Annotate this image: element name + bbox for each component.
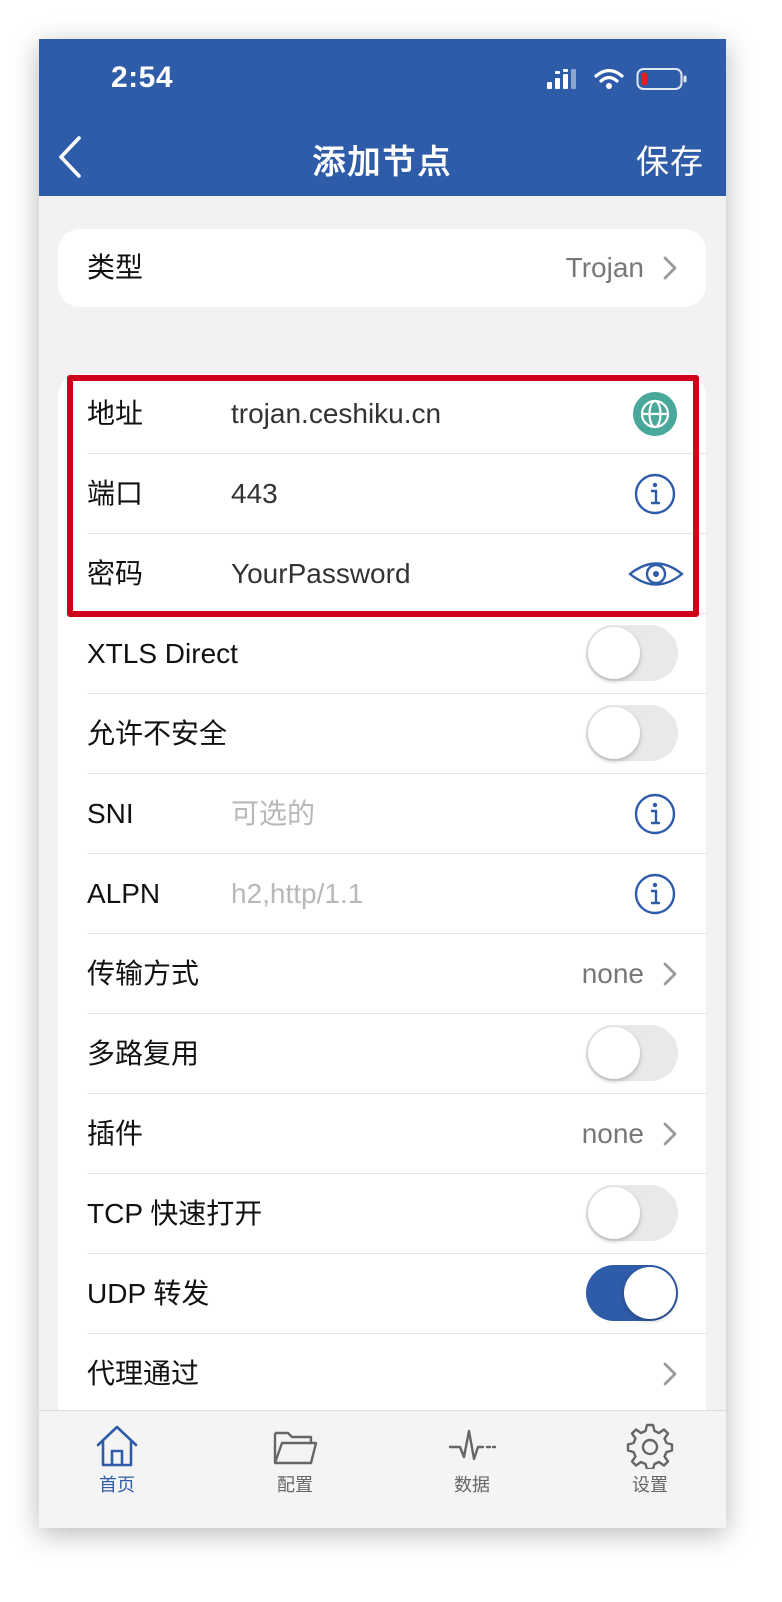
type-row[interactable]: 类型 Trojan <box>58 228 706 308</box>
chevron-right-icon <box>663 256 677 280</box>
tab-config[interactable]: 配置 <box>235 1423 355 1497</box>
signal-icon <box>547 69 576 89</box>
info-icon[interactable] <box>632 471 678 517</box>
address-input[interactable]: trojan.ceshiku.cn <box>231 374 441 454</box>
allow-insecure-label: 允许不安全 <box>87 718 228 749</box>
plugin-value: none <box>581 1118 644 1149</box>
sni-label: SNI <box>87 798 134 829</box>
eye-icon[interactable] <box>628 551 684 597</box>
tab-data-label: 数据 <box>454 1475 490 1495</box>
password-label: 密码 <box>87 558 144 589</box>
tcp-fast-open-label: TCP 快速打开 <box>87 1198 263 1229</box>
folder-icon <box>273 1431 318 1465</box>
xtls-direct-row: XTLS Direct <box>58 614 706 694</box>
globe-icon[interactable] <box>632 391 678 437</box>
tab-home[interactable]: 首页 <box>57 1423 177 1497</box>
toggle-knob <box>588 627 640 679</box>
tab-settings[interactable]: 设置 <box>590 1423 710 1497</box>
status-icons <box>546 65 688 93</box>
battery-low-icon <box>636 68 687 90</box>
port-input[interactable]: 443 <box>231 454 278 534</box>
transport-value: none <box>581 958 644 989</box>
phone-screen: 2:54 添加节点 保存 类型 Trojan 地址 trojan.ceshiku… <box>39 39 726 1528</box>
chevron-right-icon <box>663 962 677 986</box>
sni-input[interactable]: 可选的 <box>231 774 315 854</box>
toggle-knob <box>588 1187 640 1239</box>
toggle-knob <box>624 1267 676 1319</box>
allow-insecure-toggle[interactable] <box>586 705 678 761</box>
port-row: 端口 443 <box>58 454 706 534</box>
mux-toggle[interactable] <box>586 1025 678 1081</box>
password-input[interactable]: YourPassword <box>231 534 411 614</box>
gear-icon <box>626 1423 674 1469</box>
wifi-icon <box>594 68 624 89</box>
info-icon[interactable] <box>632 791 678 837</box>
xtls-direct-label: XTLS Direct <box>87 638 238 669</box>
info-icon[interactable] <box>632 871 678 917</box>
xtls-direct-toggle[interactable] <box>586 625 678 681</box>
allow-insecure-row: 允许不安全 <box>58 694 706 774</box>
transport-row[interactable]: 传输方式 none <box>58 934 706 1014</box>
chevron-right-icon <box>663 1362 677 1386</box>
alpn-input[interactable]: h2,http/1.1 <box>231 854 363 934</box>
tab-bar: 首页 配置 数据 设置 <box>39 1410 726 1528</box>
save-button[interactable]: 保存 <box>636 135 704 183</box>
sni-row: SNI 可选的 <box>58 774 706 854</box>
activity-icon <box>448 1429 496 1461</box>
toggle-knob <box>588 1027 640 1079</box>
port-label: 端口 <box>87 478 144 509</box>
status-time: 2:54 <box>111 61 174 94</box>
tcp-fast-open-toggle[interactable] <box>586 1185 678 1241</box>
password-row: 密码 YourPassword <box>58 534 706 614</box>
home-icon <box>96 1425 138 1467</box>
plugin-row[interactable]: 插件 none <box>58 1094 706 1174</box>
type-value: Trojan <box>565 252 644 283</box>
mux-label: 多路复用 <box>87 1038 200 1069</box>
address-row: 地址 trojan.ceshiku.cn <box>58 374 706 454</box>
type-card: 类型 Trojan <box>58 229 706 307</box>
address-label: 地址 <box>87 398 144 429</box>
udp-relay-toggle[interactable] <box>586 1265 678 1321</box>
tab-home-label: 首页 <box>99 1475 135 1495</box>
udp-relay-label: UDP 转发 <box>87 1278 210 1309</box>
tab-config-label: 配置 <box>277 1475 313 1495</box>
alpn-label: ALPN <box>87 878 161 909</box>
page-title: 添加节点 <box>312 143 453 180</box>
tab-settings-label: 设置 <box>632 1475 668 1495</box>
tab-data[interactable]: 数据 <box>412 1423 532 1497</box>
udp-relay-row: UDP 转发 <box>58 1254 706 1334</box>
transport-label: 传输方式 <box>87 958 200 989</box>
proxy-via-label: 代理通过 <box>87 1358 200 1389</box>
settings-list: 地址 trojan.ceshiku.cn 端口 443 密码 YourPassw… <box>58 374 706 1474</box>
chevron-right-icon <box>663 1122 677 1146</box>
plugin-label: 插件 <box>87 1118 144 1149</box>
type-label: 类型 <box>87 252 144 283</box>
mux-row: 多路复用 <box>58 1014 706 1094</box>
proxy-via-row[interactable]: 代理通过 <box>58 1334 706 1414</box>
toggle-knob <box>588 707 640 759</box>
alpn-row: ALPN h2,http/1.1 <box>58 854 706 934</box>
nav-header: 2:54 添加节点 保存 <box>39 39 726 196</box>
tcp-fast-open-row: TCP 快速打开 <box>58 1174 706 1254</box>
